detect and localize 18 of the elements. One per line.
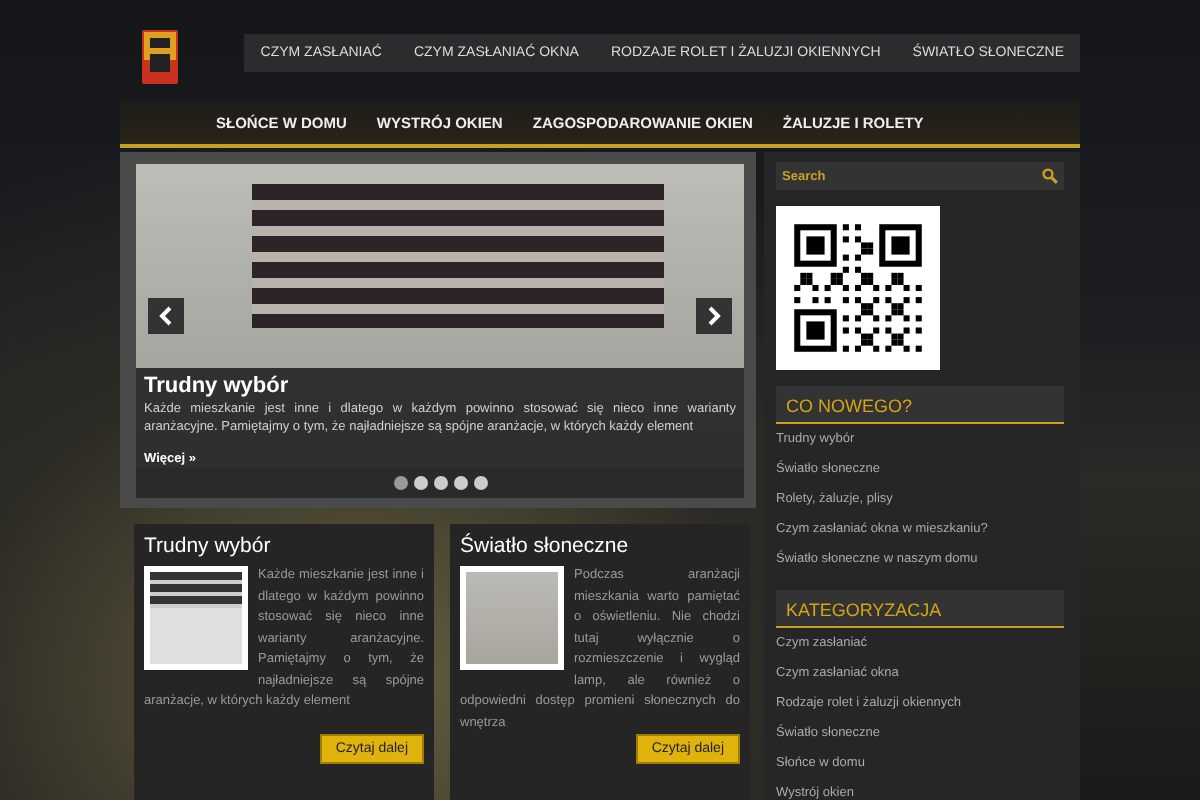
logo-icon: [142, 30, 178, 84]
widget-heading: KATEGORYZACJA: [776, 590, 1064, 628]
widget-heading: CO NOWEGO?: [776, 386, 1064, 424]
pager-dot[interactable]: [413, 476, 427, 490]
pager-dot[interactable]: [433, 476, 447, 490]
post-title[interactable]: Trudny wybór: [144, 534, 424, 558]
post-title[interactable]: Światło słoneczne: [460, 534, 740, 558]
chevron-right-icon: [706, 306, 722, 326]
search-icon: [1042, 168, 1058, 184]
photo-placeholder: [144, 566, 248, 670]
pager-dot[interactable]: [393, 476, 407, 490]
slide-title: Trudny wybór: [144, 374, 291, 398]
pager-dot[interactable]: [473, 476, 487, 490]
previous-button[interactable]: [148, 298, 184, 334]
pager-dot[interactable]: [453, 476, 467, 490]
photo-placeholder: [460, 566, 564, 670]
next-button[interactable]: [696, 298, 732, 334]
chevron-left-icon: [158, 306, 174, 326]
